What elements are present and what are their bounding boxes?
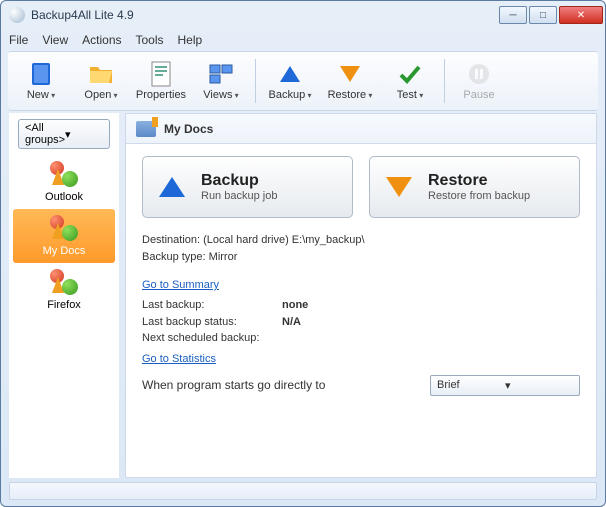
- pause-icon: [466, 61, 492, 87]
- menu-actions[interactable]: Actions: [82, 33, 121, 47]
- next-scheduled-label: Next scheduled backup:: [142, 330, 282, 347]
- sidebar-item-outlook[interactable]: Outlook: [9, 155, 119, 209]
- backup-arrow-up-icon: [155, 170, 189, 204]
- menu-view[interactable]: View: [42, 33, 68, 47]
- test-check-icon: [397, 61, 423, 87]
- go-to-statistics-link[interactable]: Go to Statistics: [142, 353, 216, 365]
- maximize-button[interactable]: □: [529, 6, 557, 24]
- pause-button: Pause: [450, 53, 508, 109]
- properties-icon: [148, 61, 174, 87]
- views-button[interactable]: Views: [192, 53, 250, 109]
- backup-button[interactable]: Backup: [261, 53, 319, 109]
- job-icon: [50, 269, 78, 297]
- restore-arrow-down-icon: [337, 61, 363, 87]
- toolbar-separator: [444, 59, 445, 103]
- page-title: My Docs: [164, 122, 213, 136]
- menu-file[interactable]: File: [9, 33, 28, 47]
- menu-help[interactable]: Help: [178, 33, 203, 47]
- chevron-down-icon: ▾: [65, 128, 105, 141]
- sidebar-item-my-docs[interactable]: My Docs: [13, 209, 115, 263]
- run-restore-button[interactable]: Restore Restore from backup: [369, 156, 580, 218]
- menu-tools[interactable]: Tools: [136, 33, 164, 47]
- restore-button[interactable]: Restore: [321, 53, 379, 109]
- summary-icon: [136, 121, 156, 137]
- destination-label: Destination: (Local hard drive) E:\my_ba…: [142, 232, 580, 249]
- views-icon: [208, 61, 234, 87]
- open-button[interactable]: Open: [72, 53, 130, 109]
- backup-arrow-up-icon: [277, 61, 303, 87]
- menubar: File View Actions Tools Help: [1, 29, 605, 51]
- titlebar: Backup4All Lite 4.9 ─ □ ✕: [1, 1, 605, 29]
- go-to-summary-link[interactable]: Go to Summary: [142, 279, 219, 291]
- app-icon: [9, 7, 25, 23]
- window-title: Backup4All Lite 4.9: [31, 8, 499, 22]
- restore-arrow-down-icon: [382, 170, 416, 204]
- group-selector[interactable]: <All groups> ▾: [18, 119, 110, 149]
- startup-label: When program starts go directly to: [142, 378, 325, 392]
- job-icon: [50, 161, 78, 189]
- main-pane: My Docs Backup Run backup job Restore: [125, 113, 597, 478]
- last-backup-value: none: [282, 297, 308, 314]
- statusbar: [9, 482, 597, 500]
- open-folder-icon: [88, 61, 114, 87]
- toolbar-separator: [255, 59, 256, 103]
- properties-button[interactable]: Properties: [132, 53, 190, 109]
- jobs-sidebar: <All groups> ▾ Outlook My Docs Firefox: [9, 113, 119, 478]
- run-backup-button[interactable]: Backup Run backup job: [142, 156, 353, 218]
- chevron-down-icon: ▾: [505, 379, 573, 392]
- minimize-button[interactable]: ─: [499, 6, 527, 24]
- last-backup-label: Last backup:: [142, 297, 282, 314]
- backup-type-label: Backup type: Mirror: [142, 249, 580, 266]
- new-button[interactable]: New: [12, 53, 70, 109]
- last-status-value: N/A: [282, 314, 301, 331]
- startup-view-select[interactable]: Brief ▾: [430, 375, 580, 396]
- job-icon: [50, 215, 78, 243]
- new-icon: [28, 61, 54, 87]
- test-button[interactable]: Test: [381, 53, 439, 109]
- main-header: My Docs: [126, 114, 596, 144]
- toolbar: New Open Properties Views Backup Restore…: [8, 51, 598, 111]
- last-status-label: Last backup status:: [142, 314, 282, 331]
- close-button[interactable]: ✕: [559, 6, 603, 24]
- app-window: Backup4All Lite 4.9 ─ □ ✕ File View Acti…: [0, 0, 606, 507]
- sidebar-item-firefox[interactable]: Firefox: [9, 263, 119, 317]
